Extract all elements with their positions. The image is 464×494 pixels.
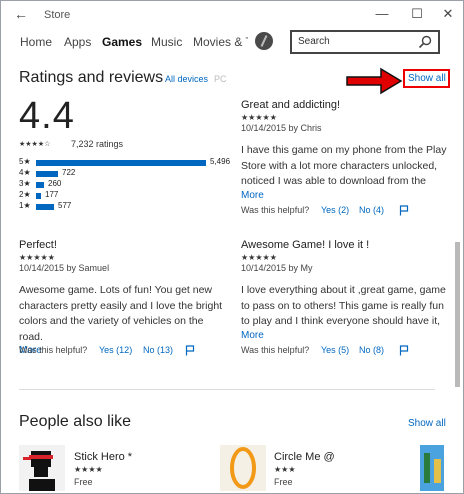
distribution-count: 577 — [58, 201, 72, 210]
circle-me-tile[interactable] — [220, 445, 266, 491]
review-card: Great and addicting! ★★★★★ 10/14/2015 by… — [241, 99, 451, 201]
review-body: I love everything about it ,great game, … — [241, 284, 446, 327]
app-price: Free — [74, 477, 93, 487]
scrollbar[interactable] — [453, 59, 463, 494]
review-title: Great and addicting! — [241, 99, 341, 111]
rating-distribution-row: 5★ 5,496 — [19, 157, 239, 168]
flag-icon[interactable] — [399, 205, 409, 216]
app-name[interactable]: Circle Me @ — [274, 451, 335, 463]
store-window: ← Store — ☐ ✕ Home Apps Games Music Movi… — [0, 0, 464, 494]
review-stars: ★★★★★ — [241, 253, 277, 262]
rating-distribution-row: 4★ 722 — [19, 168, 239, 179]
circle-me-icon — [220, 445, 266, 491]
back-arrow-icon[interactable]: ← — [14, 6, 28, 22]
distribution-bar — [36, 160, 206, 166]
app-tile-partial[interactable] — [420, 445, 444, 491]
review-helpful-row: Was this helpful? Yes (2) No (4) — [241, 205, 441, 217]
review-more-link[interactable]: More — [241, 330, 451, 341]
window-title: Store — [44, 9, 71, 21]
helpful-yes-button[interactable]: Yes (12) — [99, 345, 132, 355]
review-helpful-row: Was this helpful? Yes (5) No (8) — [241, 345, 441, 357]
ratings-show-all-link[interactable]: Show all — [408, 73, 446, 84]
people-also-like-title: People also like — [19, 413, 132, 430]
distribution-bar — [36, 182, 44, 188]
review-card: Awesome Game! I love it ! ★★★★★ 10/14/20… — [241, 239, 451, 341]
review-stars: ★★★★★ — [19, 253, 55, 262]
helpful-label: Was this helpful? — [19, 345, 88, 355]
review-meta: 10/14/2015 by Chris — [241, 123, 322, 133]
distribution-count: 722 — [62, 168, 76, 177]
helpful-no-button[interactable]: No (4) — [359, 205, 384, 215]
search-input[interactable]: Search — [298, 36, 330, 47]
scrollbar-thumb[interactable] — [455, 242, 460, 387]
helpful-no-button[interactable]: No (8) — [359, 345, 384, 355]
nav-music[interactable]: Music — [151, 35, 182, 49]
review-stars: ★★★★★ — [241, 113, 277, 122]
stick-hero-tile[interactable] — [19, 445, 65, 491]
rating-distribution-row: 3★ 260 — [19, 179, 239, 190]
user-avatar[interactable] — [255, 32, 273, 50]
close-button[interactable]: ✕ — [438, 6, 458, 22]
helpful-no-button[interactable]: No (13) — [143, 345, 173, 355]
distribution-count: 260 — [48, 179, 62, 188]
average-stars: ★★★★☆ — [19, 141, 51, 148]
top-nav: Home Apps Games Music Movies & TV Search — [2, 29, 464, 57]
app-stars: ★★★★ — [74, 465, 103, 474]
review-meta: 10/14/2015 by Samuel — [19, 263, 110, 273]
stick-hero-icon — [19, 445, 65, 491]
search-box[interactable]: Search — [290, 30, 440, 54]
average-rating: 4.4 — [19, 95, 75, 137]
ratings-section-title: Ratings and reviews — [19, 69, 164, 86]
nav-games[interactable]: Games — [102, 35, 142, 49]
review-helpful-row: Was this helpful? Yes (12) No (13) — [19, 345, 219, 357]
flag-icon[interactable] — [185, 345, 195, 356]
distribution-star-label: 2★ — [19, 190, 31, 199]
review-card: Perfect! ★★★★★ 10/14/2015 by Samuel Awes… — [19, 239, 229, 356]
maximize-button[interactable]: ☐ — [407, 6, 427, 22]
distribution-star-label: 5★ — [19, 157, 31, 166]
review-more-link[interactable]: More — [241, 190, 451, 201]
distribution-bar — [36, 204, 54, 210]
flag-icon[interactable] — [399, 345, 409, 356]
review-title: Awesome Game! I love it ! — [241, 239, 370, 251]
review-body: I have this game on my phone from the Pl… — [241, 144, 447, 187]
filter-all-devices[interactable]: All devices — [165, 74, 208, 84]
rating-distribution-row: 2★ 177 — [19, 190, 239, 201]
distribution-bar — [36, 171, 58, 177]
section-divider — [19, 389, 435, 390]
app-name[interactable]: Stick Hero * — [74, 451, 132, 463]
distribution-star-label: 4★ — [19, 168, 31, 177]
minimize-button[interactable]: — — [372, 6, 392, 21]
rating-distribution-row: 1★ 577 — [19, 201, 239, 212]
app-icon — [420, 445, 444, 491]
rating-count: 7,232 ratings — [71, 139, 124, 149]
distribution-star-label: 1★ — [19, 201, 31, 210]
distribution-count: 177 — [45, 190, 59, 199]
helpful-label: Was this helpful? — [241, 205, 310, 215]
title-bar: ← Store — ☐ ✕ — [2, 2, 464, 28]
review-body: Awesome game. Lots of fun! You get new c… — [19, 284, 223, 343]
app-stars: ★★★ — [274, 465, 296, 474]
people-also-like-show-all-link[interactable]: Show all — [408, 418, 446, 429]
distribution-star-label: 3★ — [19, 179, 31, 188]
nav-home[interactable]: Home — [20, 35, 52, 49]
nav-movies-tv[interactable]: Movies & TV — [193, 35, 248, 49]
search-icon[interactable] — [418, 35, 432, 49]
helpful-yes-button[interactable]: Yes (2) — [321, 205, 349, 215]
red-arrow-icon — [346, 67, 403, 95]
app-price: Free — [274, 477, 293, 487]
review-title: Perfect! — [19, 239, 57, 251]
distribution-count: 5,496 — [210, 157, 231, 166]
helpful-label: Was this helpful? — [241, 345, 310, 355]
helpful-yes-button[interactable]: Yes (5) — [321, 345, 349, 355]
review-meta: 10/14/2015 by My — [241, 263, 313, 273]
distribution-bar — [36, 193, 41, 199]
nav-apps[interactable]: Apps — [64, 35, 91, 49]
filter-pc[interactable]: PC — [214, 74, 227, 84]
